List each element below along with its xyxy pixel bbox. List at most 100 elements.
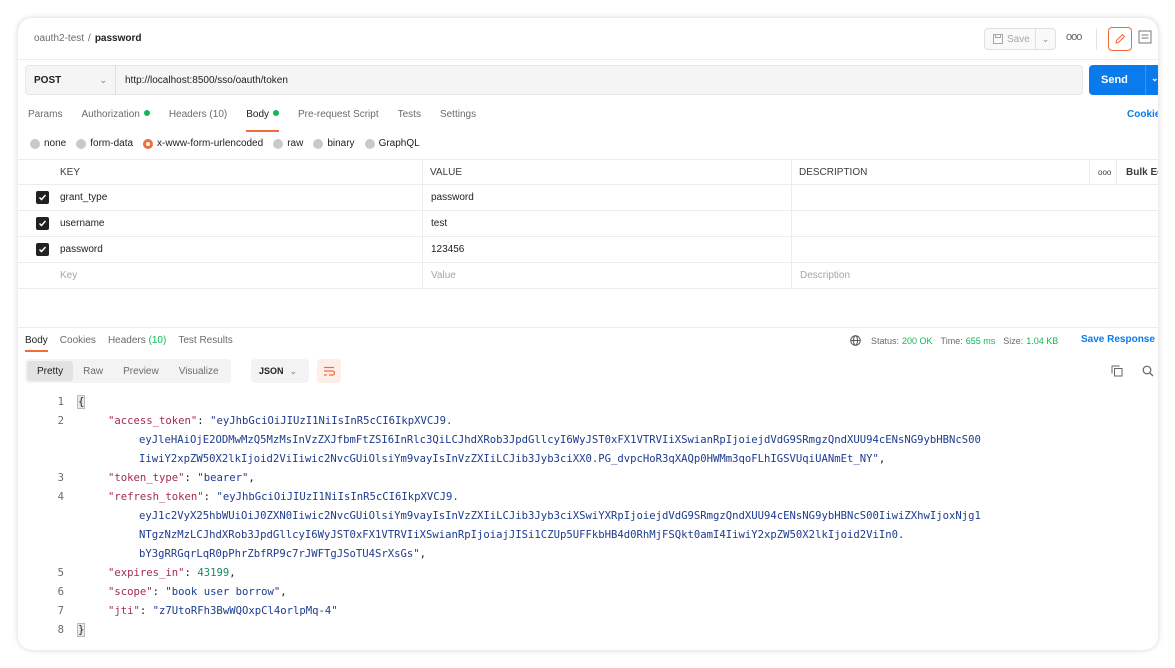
tab-settings[interactable]: Settings: [440, 109, 476, 127]
key-input-placeholder[interactable]: Key: [60, 263, 420, 288]
code-line: "expires_in": 43199,: [108, 567, 236, 579]
radio-dot: [273, 138, 284, 149]
save-dropdown[interactable]: ⌄: [1036, 28, 1056, 50]
request-tabs: Params Authorization Headers (10) Body P…: [28, 109, 495, 132]
tab-prerequest-script[interactable]: Pre-request Script: [298, 109, 379, 127]
send-button[interactable]: Send ⌄: [1089, 65, 1158, 95]
json-string: IiwiY2xpZW50X2lkIjoid2ViIiwic2NvcGUiOlsi…: [139, 453, 879, 465]
search-icon[interactable]: [1142, 365, 1154, 377]
row-key[interactable]: password: [60, 237, 420, 262]
table-header-row: KEY VALUE DESCRIPTION ooo Bulk Edit: [18, 159, 1158, 185]
bulk-edit-button[interactable]: Bulk Edit: [1116, 160, 1158, 184]
json-key: "access_token": [108, 415, 198, 427]
wrap-lines-icon: [324, 366, 335, 376]
row-checkbox[interactable]: [36, 217, 49, 230]
status-dot: [273, 110, 280, 116]
view-tab-visualize[interactable]: Visualize: [169, 361, 229, 381]
send-label: Send: [1101, 74, 1128, 86]
response-tab-cookies[interactable]: Cookies: [60, 335, 96, 346]
time-value[interactable]: 655 ms: [966, 336, 996, 346]
radio-graphql[interactable]: GraphQL: [364, 138, 420, 149]
json-key: "refresh_token": [108, 491, 204, 503]
response-tab-test-results[interactable]: Test Results: [178, 335, 232, 346]
save-response-button[interactable]: Save Response: [1081, 334, 1155, 345]
radio-label: x-www-form-urlencoded: [157, 138, 264, 149]
table-row: grant_type password: [18, 185, 1158, 211]
edit-button[interactable]: [1108, 27, 1132, 51]
radio-dot: [364, 138, 375, 149]
code-line: "refresh_token": "eyJhbGciOiJIUzI1NiIsIn…: [108, 491, 459, 503]
line-number: 8: [57, 624, 64, 636]
radio-form-data[interactable]: form-data: [76, 138, 133, 149]
radio-x-www-form-urlencoded[interactable]: x-www-form-urlencoded: [143, 138, 263, 149]
response-divider[interactable]: [18, 327, 1158, 328]
wrap-lines-button[interactable]: [317, 359, 341, 383]
code-line-wrap: eyJleHAiOjE2ODMwMzQ5MzMsInVzZXJfbmFtZSI6…: [139, 431, 981, 450]
row-key[interactable]: grant_type: [60, 185, 420, 210]
method-value: POST: [34, 74, 62, 86]
tab-body[interactable]: Body: [246, 109, 280, 132]
radio-label: none: [44, 138, 67, 149]
table-row: username test: [18, 211, 1158, 237]
radio-dot: [30, 138, 40, 149]
request-header: oauth2-test / password Save ⌄ ooo: [18, 18, 1158, 60]
line-number: 6: [57, 586, 64, 598]
format-select[interactable]: JSON ⌄: [251, 359, 309, 383]
breadcrumb-collection[interactable]: oauth2-test: [34, 33, 84, 44]
tab-authorization[interactable]: Authorization: [81, 109, 150, 127]
radio-dot: [76, 138, 87, 149]
row-key[interactable]: username: [60, 211, 420, 236]
method-select[interactable]: POST ⌄: [26, 66, 116, 94]
radio-binary[interactable]: binary: [313, 138, 355, 149]
code-line-wrap: eyJ1c2VyX25hbWUiOiJ0ZXN0Iiwic2NvcGUiOlsi…: [139, 507, 981, 526]
response-tab-headers[interactable]: Headers (10): [108, 335, 166, 346]
status-value[interactable]: 200 OK: [902, 336, 933, 346]
json-string: "z7UtoRFh3BwWQOxpCl4orlpMq-4": [152, 605, 338, 617]
json-number: 43199: [197, 567, 230, 579]
radio-raw[interactable]: raw: [273, 138, 303, 149]
row-description[interactable]: [791, 237, 1158, 262]
documentation-icon[interactable]: [1138, 30, 1152, 46]
tab-tests[interactable]: Tests: [398, 109, 421, 127]
json-string: eyJ1c2VyX25hbWUiOiJ0ZXN0Iiwic2NvcGUiOlsi…: [139, 510, 981, 522]
value-input-placeholder[interactable]: Value: [422, 263, 791, 288]
row-checkbox[interactable]: [36, 243, 49, 256]
table-more-button[interactable]: ooo: [1089, 160, 1116, 184]
row-value[interactable]: password: [422, 185, 791, 210]
row-description[interactable]: [791, 211, 1158, 236]
code-line: {: [76, 393, 86, 412]
chevron-down-icon: ⌄: [289, 365, 298, 376]
globe-icon[interactable]: [850, 335, 861, 346]
view-tab-pretty[interactable]: Pretty: [27, 361, 74, 381]
code-line-wrap: IiwiY2xpZW50X2lkIjoid2ViIiwic2NvcGUiOlsi…: [139, 453, 886, 465]
pencil-icon: [1115, 33, 1126, 44]
response-tab-body[interactable]: Body: [25, 335, 48, 352]
url-input[interactable]: http://localhost:8500/sso/oauth/token: [125, 75, 288, 86]
header-divider: [1096, 28, 1097, 50]
size-value[interactable]: 1.04 KB: [1026, 336, 1058, 346]
view-tab-raw[interactable]: Raw: [73, 361, 113, 381]
cookies-link[interactable]: Cookies: [1127, 109, 1158, 120]
json-close-brace: }: [76, 623, 86, 637]
save-button[interactable]: Save: [984, 28, 1036, 50]
row-value[interactable]: 123456: [422, 237, 791, 262]
description-input-placeholder[interactable]: Description: [791, 263, 1158, 288]
more-options-button[interactable]: ooo: [1066, 31, 1082, 43]
tab-params[interactable]: Params: [28, 109, 62, 127]
row-description[interactable]: [791, 185, 1158, 210]
row-value[interactable]: test: [422, 211, 791, 236]
view-tab-preview[interactable]: Preview: [113, 361, 169, 381]
radio-none[interactable]: none: [30, 138, 66, 149]
response-headers-count: (10): [148, 335, 167, 346]
copy-icon[interactable]: [1111, 365, 1123, 377]
breadcrumb-separator: /: [88, 33, 91, 44]
code-line-wrap: NTgzNzMzLCJhdXRob3JpdGllcyI6WyJST0xFX1VT…: [139, 526, 904, 545]
chevron-down-icon[interactable]: ⌄: [1151, 73, 1158, 84]
radio-dot: [313, 138, 324, 149]
breadcrumb-request[interactable]: password: [95, 33, 142, 44]
body-type-selector: none form-data x-www-form-urlencoded raw…: [30, 138, 430, 149]
tab-headers[interactable]: Headers (10): [169, 109, 227, 127]
response-tabs: Body Cookies Headers (10) Test Results: [25, 335, 245, 352]
send-divider: [1145, 65, 1146, 95]
row-checkbox[interactable]: [36, 191, 49, 204]
